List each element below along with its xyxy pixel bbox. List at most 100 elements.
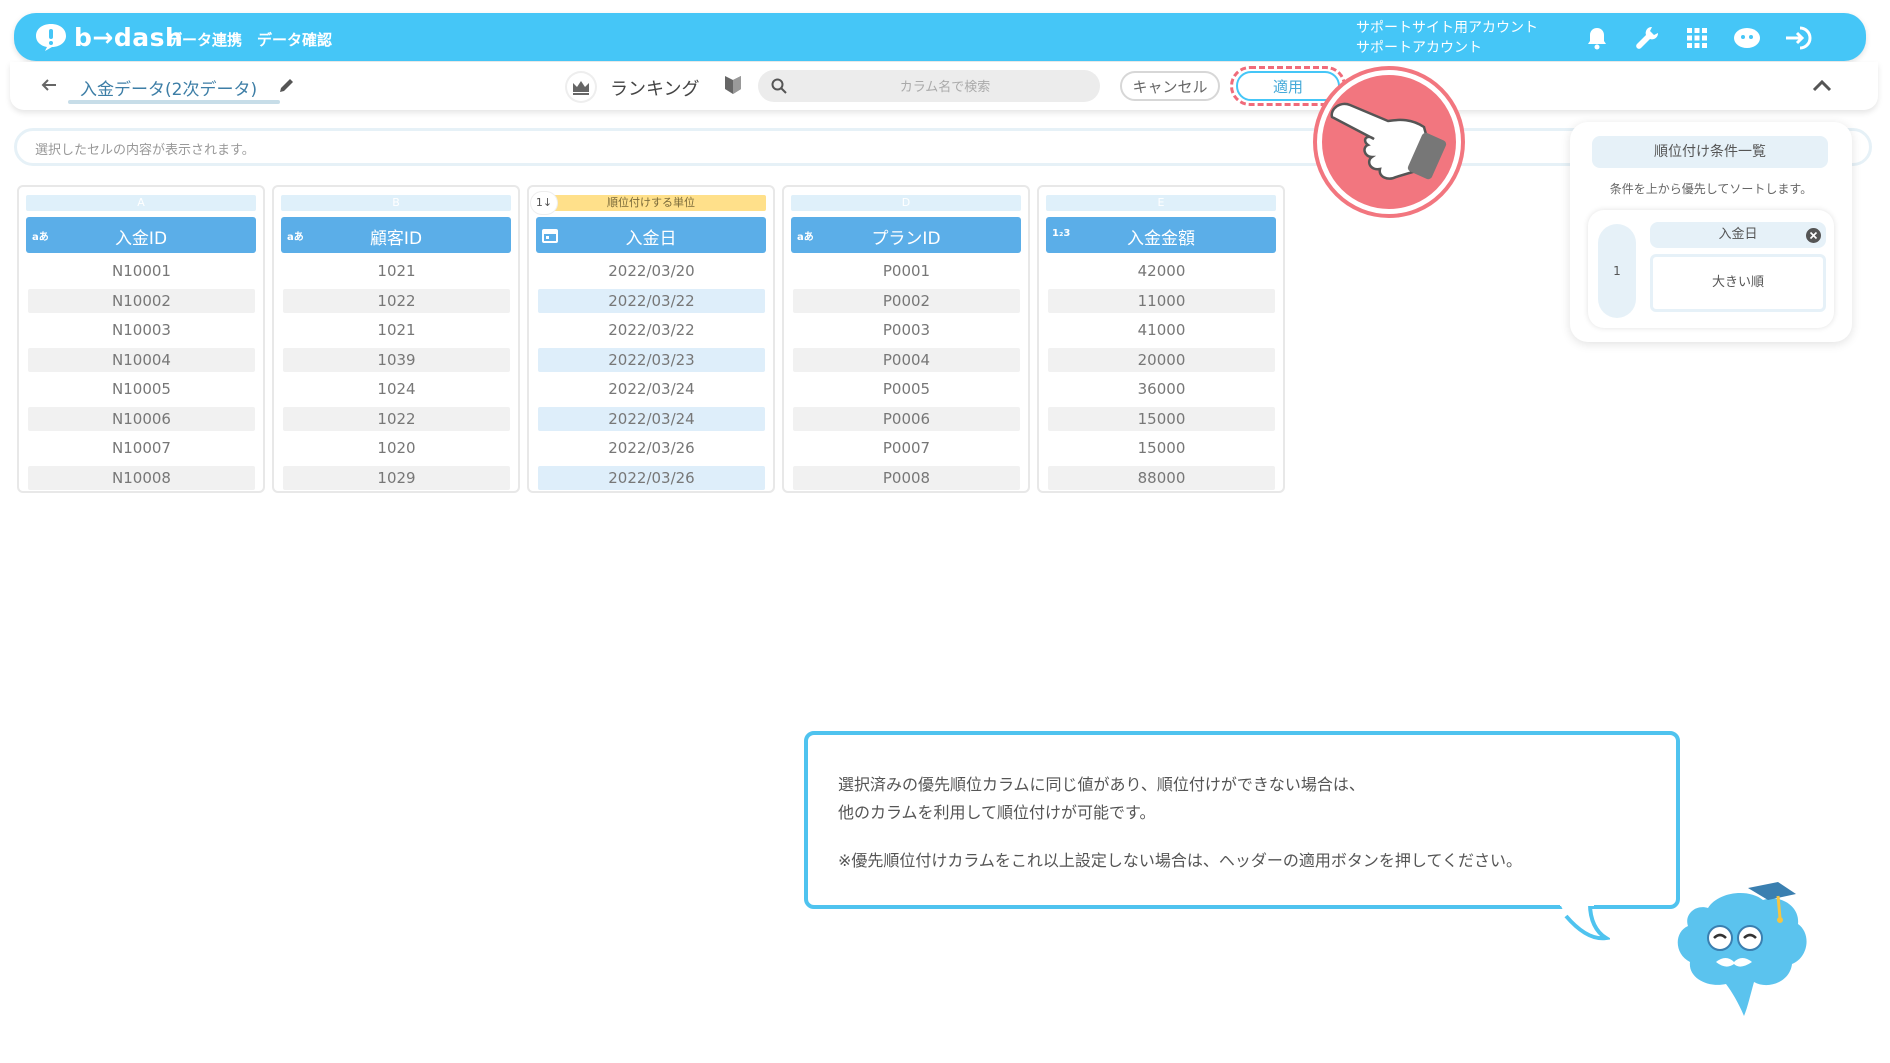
column-name: 顧客ID [369,229,423,249]
cell-content-placeholder: 選択したセルの内容が表示されます。 [35,143,255,158]
table-cell[interactable]: 42000 [1048,259,1275,283]
nav-data-check[interactable]: データ確認 [257,29,332,50]
bdash-logo[interactable]: b→dash [34,21,183,53]
back-arrow-icon[interactable] [38,74,60,96]
table-cell[interactable]: 2022/03/26 [538,466,765,490]
table-cell[interactable]: 1022 [283,407,510,431]
column-letter: B [281,195,511,211]
column-e[interactable]: E 入金金額 1₂3 42000 11000 41000 20000 36000… [1037,185,1285,493]
column-a[interactable]: A 入金ID aあ N10001 N10002 N10003 N10004 N1… [17,185,265,493]
table-cell[interactable]: 1021 [283,259,510,283]
column-c-ranked[interactable]: 順位付けする単位 1↓ 入金日 2022/03/20 2022/03/22 20… [527,185,775,493]
pencil-icon[interactable] [278,76,296,94]
table-cell[interactable]: 36000 [1048,377,1275,401]
column-search-input[interactable] [798,74,1092,100]
column-b[interactable]: B 顧客ID aあ 1021 1022 1021 1039 1024 1022 … [272,185,520,493]
column-d[interactable]: D プランID aあ P0001 P0002 P0003 P0004 P0005… [782,185,1030,493]
table-cell[interactable]: 2022/03/22 [538,318,765,342]
tutorial-speech-box: 選択済みの優先順位カラムに同じ値があり、順位付けができない場合は、 他のカラムを… [804,731,1680,909]
table-cell[interactable]: 1039 [283,348,510,372]
condition-order[interactable]: 大きい順 [1650,254,1826,312]
table-cell[interactable]: N10006 [28,407,255,431]
account-line1: サポートサイト用アカウント [1356,20,1538,36]
logout-icon[interactable] [1784,23,1814,53]
table-cell[interactable]: N10003 [28,318,255,342]
table-cell[interactable]: N10001 [28,259,255,283]
table-cell[interactable]: 2022/03/24 [538,377,765,401]
mascot-brain-icon [1677,882,1807,1016]
table-cell[interactable]: 1029 [283,466,510,490]
beginner-mark-icon[interactable] [723,74,743,96]
table-cell[interactable]: 1022 [283,289,510,313]
rank-order-badge[interactable]: 1↓ [531,192,557,214]
table-cell[interactable]: 2022/03/24 [538,407,765,431]
page-title[interactable]: 入金データ(2次データ) [80,75,257,100]
number-type-icon: 1₂3 [1052,228,1071,239]
table-cell[interactable]: P0003 [793,318,1020,342]
condition-column: 入金日 [1650,222,1826,248]
column-name: 入金金額 [1127,229,1195,249]
account-info[interactable]: サポートサイト用アカウント サポートアカウント [1356,18,1538,58]
speech-line3: ※優先順位付けカラムをこれ以上設定しない場合は、ヘッダーの適用ボタンを押してくだ… [838,851,1522,870]
ranking-unit-label: 順位付けする単位 [536,195,766,211]
table-cell[interactable]: 2022/03/20 [538,259,765,283]
column-name: 入金ID [114,229,168,249]
close-icon[interactable] [1806,228,1821,243]
table-cell[interactable]: P0007 [793,436,1020,460]
search-icon [771,78,787,94]
table-cell[interactable]: 1024 [283,377,510,401]
table-cell[interactable]: P0002 [793,289,1020,313]
column-header[interactable]: 入金ID aあ [26,217,256,253]
page-header-bar: 入金データ(2次データ) ランキング キャンセル 適用 [10,62,1878,110]
grid-icon[interactable] [1682,23,1712,53]
text-type-icon: aあ [32,232,49,243]
table-cell[interactable]: N10008 [28,466,255,490]
support-icon[interactable] [1732,23,1762,53]
table-cell[interactable]: 2022/03/26 [538,436,765,460]
table-cell[interactable]: 88000 [1048,466,1275,490]
cancel-button[interactable]: キャンセル [1120,71,1220,101]
table-cell[interactable]: 11000 [1048,289,1275,313]
table-cell[interactable]: 2022/03/22 [538,289,765,313]
chevron-up-icon[interactable] [1810,75,1834,95]
table-cell[interactable]: P0004 [793,348,1020,372]
speech-line1: 選択済みの優先順位カラムに同じ値があり、順位付けができない場合は、 [838,775,1365,794]
column-letter: E [1046,195,1276,211]
nav-data-link[interactable]: データ連携 [167,29,242,50]
mode-label: ランキング [610,79,700,100]
column-letter: D [791,195,1021,211]
table-cell[interactable]: N10005 [28,377,255,401]
table-cell[interactable]: N10004 [28,348,255,372]
speech-line2: 他のカラムを利用して順位付けが可能です。 [838,803,1156,822]
table-cell[interactable]: 20000 [1048,348,1275,372]
wrench-icon[interactable] [1632,23,1662,53]
account-line2: サポートアカウント [1356,40,1482,56]
ranking-condition-card[interactable]: 1 入金日 大きい順 [1588,210,1834,328]
table-cell[interactable]: N10007 [28,436,255,460]
table-cell[interactable]: 15000 [1048,407,1275,431]
table-cell[interactable]: 2022/03/23 [538,348,765,372]
table-cell[interactable]: P0001 [793,259,1020,283]
crown-icon [565,71,597,103]
condition-number[interactable]: 1 [1598,224,1636,318]
column-header[interactable]: 入金日 [536,217,766,253]
text-type-icon: aあ [797,232,814,243]
table-cell[interactable]: P0006 [793,407,1020,431]
column-header[interactable]: 入金金額 1₂3 [1046,217,1276,253]
column-header[interactable]: プランID aあ [791,217,1021,253]
table-cell[interactable]: P0005 [793,377,1020,401]
column-name: 入金日 [625,229,677,249]
column-letter: A [26,195,256,211]
table-cell[interactable]: 1021 [283,318,510,342]
table-cell[interactable]: P0008 [793,466,1020,490]
panel-title: 順位付け条件一覧 [1592,136,1828,168]
logo-bubble-icon [36,24,66,51]
table-cell[interactable]: 1020 [283,436,510,460]
table-cell[interactable]: 41000 [1048,318,1275,342]
column-header[interactable]: 顧客ID aあ [281,217,511,253]
table-cell[interactable]: 15000 [1048,436,1275,460]
panel-subtitle: 条件を上から優先してソートします。 [1609,182,1813,196]
ranking-conditions-panel: 順位付け条件一覧 条件を上から優先してソートします。 1 入金日 大きい順 [1570,122,1852,342]
table-cell[interactable]: N10002 [28,289,255,313]
bell-icon[interactable] [1582,23,1612,53]
